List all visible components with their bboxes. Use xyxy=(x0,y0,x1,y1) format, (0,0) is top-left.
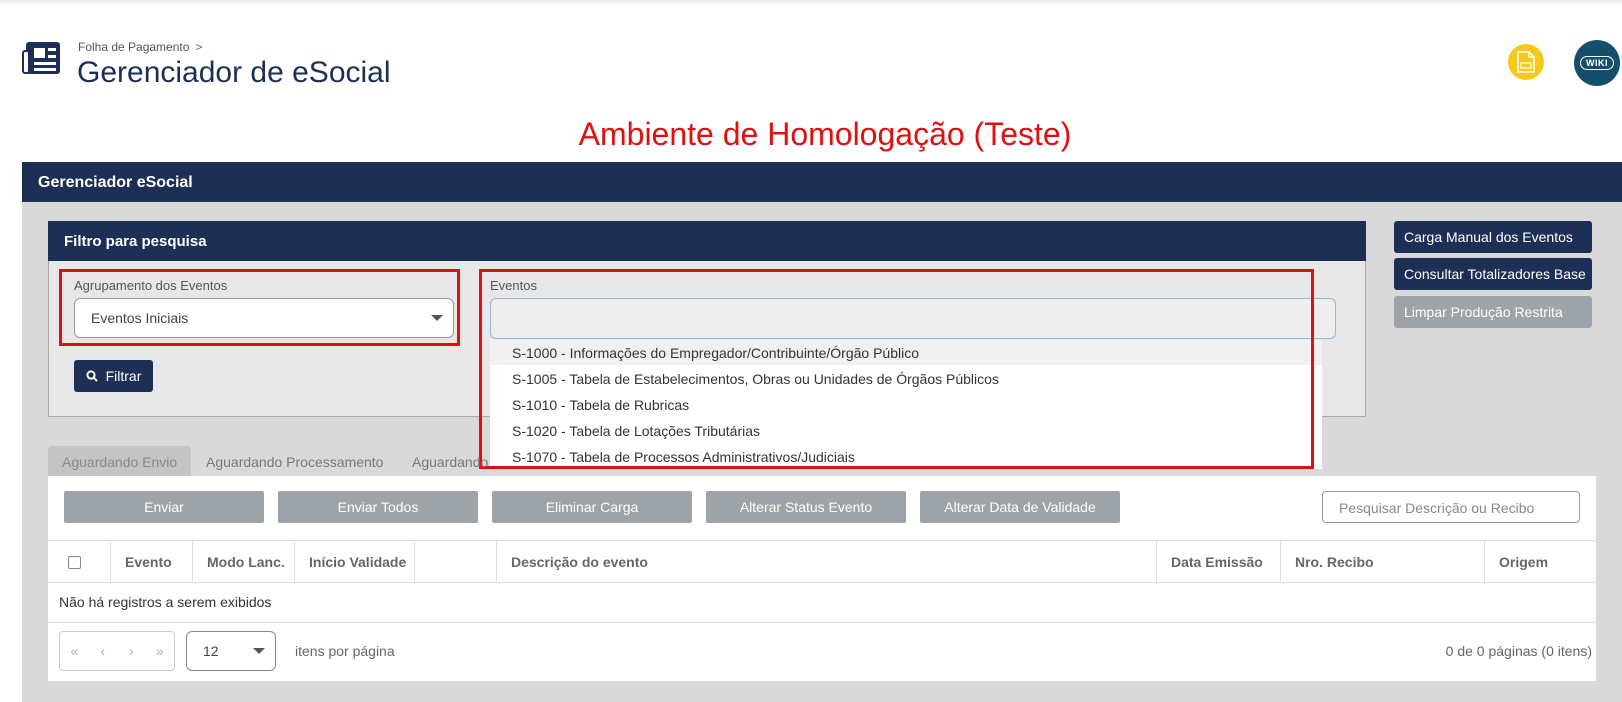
last-page-icon[interactable]: » xyxy=(146,632,175,670)
newspaper-icon xyxy=(22,40,62,76)
page-size-value: 12 xyxy=(203,643,219,659)
empty-message: Não há registros a serem exibidos xyxy=(59,594,272,610)
col-data-emissao[interactable]: Data Emissão xyxy=(1156,541,1280,582)
pagination-controls: « ‹ › » xyxy=(59,631,175,671)
clear-production-button[interactable]: Limpar Produção Restrita xyxy=(1394,296,1592,328)
wiki-button[interactable]: WIKI xyxy=(1574,40,1620,86)
table-header: Evento Modo Lanc. Início Validade Descri… xyxy=(48,540,1596,583)
col-descricao[interactable]: Descrição do evento xyxy=(496,541,1156,582)
change-validity-button[interactable]: Alterar Data de Validade xyxy=(920,491,1120,523)
next-page-icon[interactable]: › xyxy=(117,632,146,670)
prev-page-icon[interactable]: ‹ xyxy=(89,632,118,670)
page-size-select[interactable]: 12 xyxy=(186,631,276,671)
tab-awaiting-processing[interactable]: Aguardando Processamento xyxy=(192,446,397,478)
breadcrumb-separator: > xyxy=(195,40,203,54)
divider xyxy=(48,622,1596,623)
environment-title: Ambiente de Homologação (Teste) xyxy=(578,116,1072,152)
highlight-events xyxy=(479,269,1314,469)
filter-button[interactable]: Filtrar xyxy=(74,360,153,392)
col-origem[interactable]: Origem xyxy=(1484,541,1596,582)
per-page-label: itens por página xyxy=(295,643,395,659)
chevron-down-icon xyxy=(253,648,265,654)
first-page-icon[interactable]: « xyxy=(60,632,89,670)
send-button[interactable]: Enviar xyxy=(64,491,264,523)
col-nro-recibo[interactable]: Nro. Recibo xyxy=(1280,541,1484,582)
filter-button-label: Filtrar xyxy=(105,368,142,384)
select-all-checkbox[interactable] xyxy=(68,556,81,569)
highlight-grouping xyxy=(59,269,460,346)
panel-header: Gerenciador eSocial xyxy=(22,162,1622,202)
col-evento[interactable]: Evento xyxy=(110,541,200,582)
document-icon xyxy=(1517,51,1535,73)
tab-awaiting[interactable]: Aguardando xyxy=(398,446,502,478)
send-all-button[interactable]: Enviar Todos xyxy=(278,491,478,523)
pdf-button[interactable] xyxy=(1508,44,1544,80)
base-totals-button[interactable]: Consultar Totalizadores Base xyxy=(1394,258,1592,290)
search-input[interactable]: Pesquisar Descrição ou Recibo xyxy=(1322,491,1580,523)
breadcrumb-item[interactable]: Folha de Pagamento xyxy=(78,40,189,54)
pages-info: 0 de 0 páginas (0 itens) xyxy=(1445,643,1592,659)
delete-load-button[interactable]: Eliminar Carga xyxy=(492,491,692,523)
col-inicio-validade[interactable]: Início Validade xyxy=(294,541,414,582)
search-icon xyxy=(86,370,98,382)
col-modo-lanc[interactable]: Modo Lanc. xyxy=(192,541,295,582)
col-blank xyxy=(414,541,496,582)
page-title: Gerenciador de eSocial xyxy=(77,56,391,89)
wiki-label: WIKI xyxy=(1580,56,1614,70)
top-shadow xyxy=(0,0,1622,6)
breadcrumb[interactable]: Folha de Pagamento > xyxy=(78,40,202,54)
filter-header: Filtro para pesquisa xyxy=(48,221,1366,261)
change-status-button[interactable]: Alterar Status Evento xyxy=(706,491,906,523)
manual-load-button[interactable]: Carga Manual dos Eventos xyxy=(1394,221,1592,253)
tab-awaiting-send[interactable]: Aguardando Envio xyxy=(48,446,192,478)
